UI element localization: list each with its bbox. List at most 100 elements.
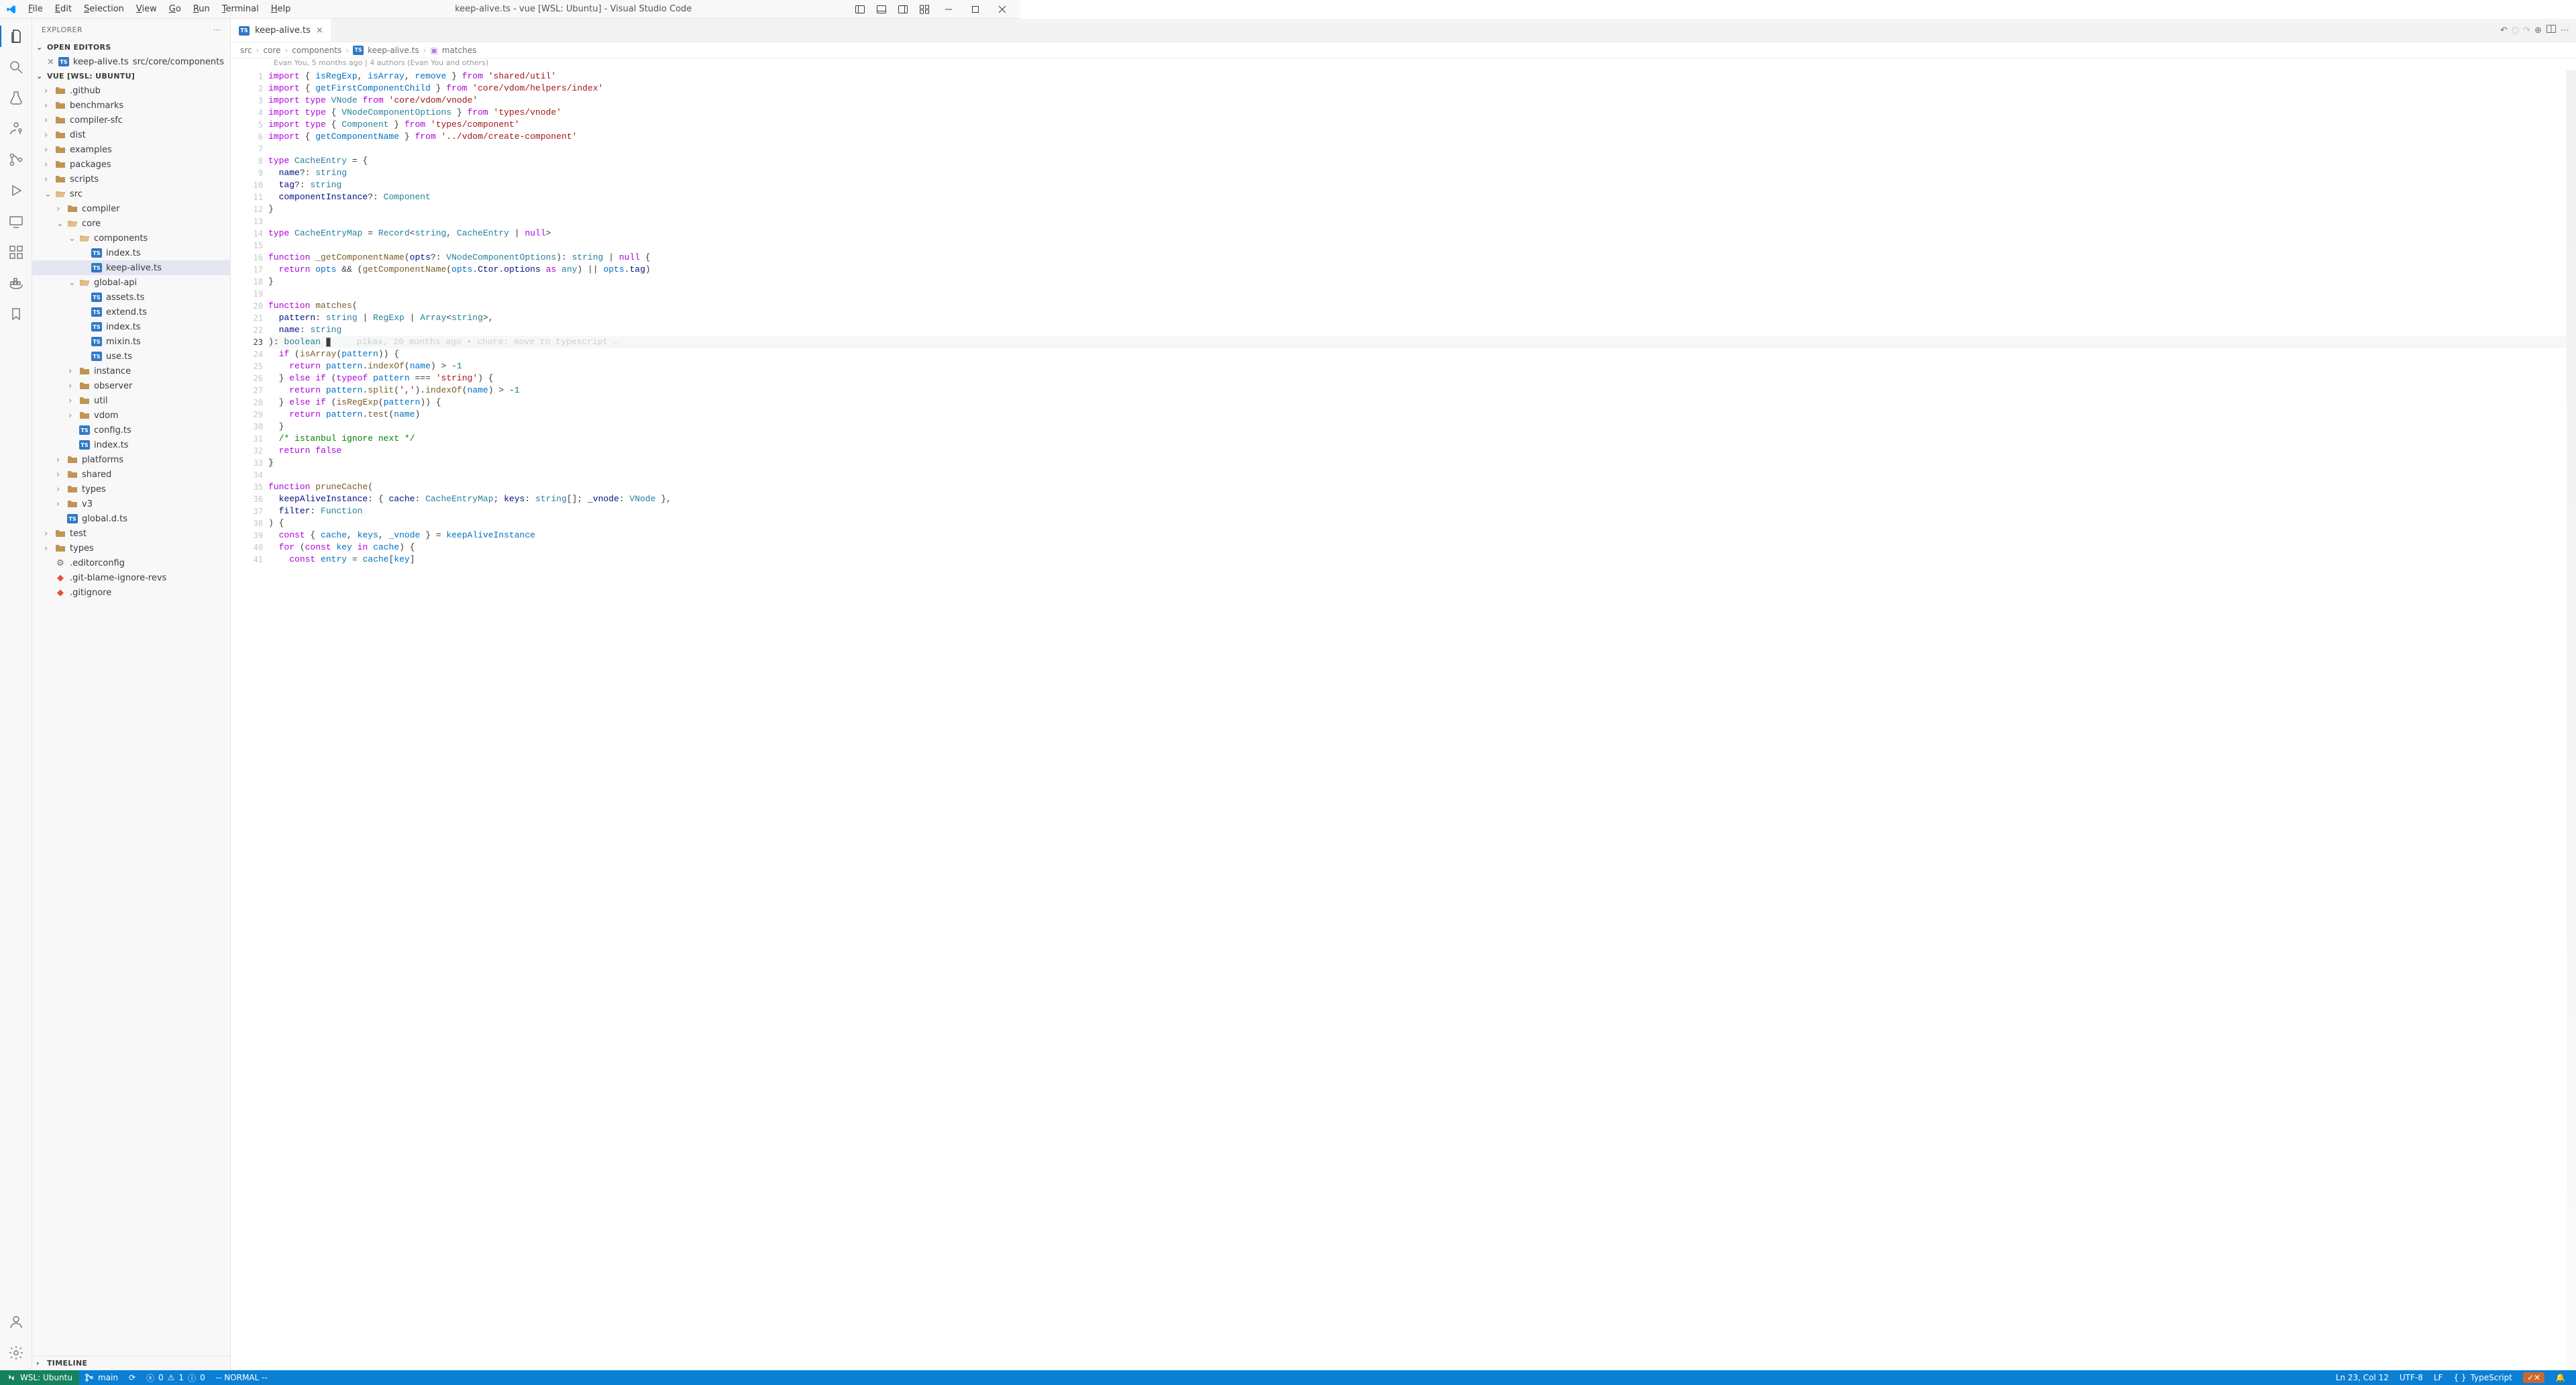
code-line[interactable]: function pruneCache( [268,481,2567,493]
code-line[interactable]: ): boolean pikax, 20 months ago • chore:… [268,336,2567,348]
notifications-icon[interactable]: 🔔 [2550,1373,2571,1382]
code-line[interactable]: } [268,203,2567,215]
folder-v3[interactable]: ›v3 [32,497,230,511]
encoding-indicator[interactable]: UTF-8 [2394,1373,2428,1382]
code-line[interactable]: } [268,276,2567,288]
code-line[interactable]: return pattern.split(',').indexOf(name) … [268,384,2567,397]
folder-observer[interactable]: ›observer [32,378,230,393]
breadcrumb-item[interactable]: src [240,46,252,55]
code-line[interactable]: } else if (typeof pattern === 'string') … [268,372,2567,384]
activity-explorer-icon[interactable] [0,23,32,50]
folder-platforms[interactable]: ›platforms [32,452,230,467]
menu-edit[interactable]: Edit [50,2,77,16]
file-config-ts[interactable]: TSconfig.ts [32,423,230,438]
breadcrumb-item[interactable]: components [292,46,341,55]
folder-core[interactable]: ⌄core [32,216,230,231]
menu-selection[interactable]: Selection [78,2,129,16]
layout-toggle-right-icon[interactable] [894,0,912,19]
activity-bookmarks-icon[interactable] [0,301,32,327]
folder-shared[interactable]: ›shared [32,467,230,482]
problems-indicator[interactable]: ⓧ0 ⚠1 ⓘ0 [141,1372,211,1384]
activity-account-icon[interactable] [0,1309,32,1335]
window-minimize-button[interactable] [936,0,961,19]
folder-scripts[interactable]: ›scripts [32,172,230,187]
code-line[interactable]: import { isRegExp, isArray, remove } fro… [268,70,2567,83]
folder--github[interactable]: ›.github [32,83,230,98]
eol-indicator[interactable]: LF [2428,1373,2449,1382]
more-icon[interactable]: ⋯ [2561,25,2569,36]
code-line[interactable]: import { getComponentName } from '../vdo… [268,131,2567,143]
activity-debug-icon[interactable] [0,177,32,204]
workspace-header[interactable]: ⌄ VUE [WSL: UBUNTU] [32,69,230,83]
tab-keep-alive[interactable]: TS keep-alive.ts × [231,19,332,42]
code-line[interactable]: } [268,421,2567,433]
activity-test-icon[interactable] [0,85,32,111]
menu-help[interactable]: Help [266,2,297,16]
code-line[interactable]: return false [268,445,2567,457]
code-line[interactable]: keepAliveInstance: { cache: CacheEntryMa… [268,493,2567,505]
code-line[interactable]: /* istanbul ignore next */ [268,433,2567,445]
timeline-header[interactable]: › TIMELINE [32,1355,230,1370]
folder-compiler[interactable]: ›compiler [32,201,230,216]
folder-types[interactable]: ›types [32,482,230,497]
code-line[interactable]: return opts && (getComponentName(opts.Ct… [268,264,2567,276]
file-keep-alive-ts[interactable]: TSkeep-alive.ts [32,260,230,275]
code-line[interactable]: const entry = cache[key] [268,554,2567,566]
activity-liveshare-icon[interactable] [0,115,32,142]
file-global-d-ts[interactable]: TSglobal.d.ts [32,511,230,526]
menu-terminal[interactable]: Terminal [217,2,264,16]
breadcrumb-item[interactable]: keep-alive.ts [368,46,419,55]
code-line[interactable]: filter: Function [268,505,2567,517]
close-icon[interactable]: × [316,25,323,36]
folder-dist[interactable]: ›dist [32,127,230,142]
file-extend-ts[interactable]: TSextend.ts [32,305,230,319]
folder-instance[interactable]: ›instance [32,364,230,378]
activity-docker-icon[interactable] [0,270,32,297]
branch-indicator[interactable]: main [79,1373,123,1382]
cursor-position[interactable]: Ln 23, Col 12 [2330,1373,2394,1382]
prettier-indicator[interactable]: ✓✕ [2518,1372,2550,1383]
layout-customize-icon[interactable] [915,0,934,19]
code-line[interactable] [268,240,2567,252]
folder-src[interactable]: ⌄src [32,187,230,201]
folder-packages[interactable]: ›packages [32,157,230,172]
folder-vdom[interactable]: ›vdom [32,408,230,423]
language-indicator[interactable]: { }TypeScript [2448,1373,2517,1382]
code-line[interactable] [268,288,2567,300]
code-line[interactable]: function _getComponentName(opts?: VNodeC… [268,252,2567,264]
breadcrumb-item[interactable]: matches [442,46,477,55]
code-line[interactable]: name?: string [268,167,2567,179]
code-line[interactable] [268,469,2567,481]
breadcrumb-item[interactable]: core [263,46,280,55]
remote-indicator[interactable]: WSL: Ubuntu [0,1370,79,1385]
file-mixin-ts[interactable]: TSmixin.ts [32,334,230,349]
folder-examples[interactable]: ›examples [32,142,230,157]
file-use-ts[interactable]: TSuse.ts [32,349,230,364]
compass-icon[interactable]: ⊕ [2534,25,2542,36]
menu-run[interactable]: Run [188,2,215,16]
code-line[interactable]: type CacheEntryMap = Record<string, Cach… [268,227,2567,240]
folder-util[interactable]: ›util [32,393,230,408]
folder-components[interactable]: ⌄components [32,231,230,246]
code-line[interactable]: return pattern.test(name) [268,409,2567,421]
activity-settings-icon[interactable] [0,1339,32,1366]
window-close-button[interactable] [990,0,1014,19]
code-editor[interactable]: 1234567891011121314151617181920212223242… [231,70,2576,1370]
close-icon[interactable]: × [47,57,54,67]
folder-types[interactable]: ›types [32,541,230,556]
layout-toggle-left-icon[interactable] [851,0,869,19]
menu-go[interactable]: Go [164,2,186,16]
code-line[interactable]: if (isArray(pattern)) { [268,348,2567,360]
code-line[interactable]: } else if (isRegExp(pattern)) { [268,397,2567,409]
nav-back-icon[interactable]: ↶ [2500,25,2508,36]
folder-benchmarks[interactable]: ›benchmarks [32,98,230,113]
code-line[interactable]: componentInstance?: Component [268,191,2567,203]
code-line[interactable]: const { cache, keys, _vnode } = keepAliv… [268,529,2567,542]
breadcrumbs[interactable]: src› core› components› TS keep-alive.ts›… [231,42,2576,58]
folder-test[interactable]: ›test [32,526,230,541]
code-line[interactable]: type CacheEntry = { [268,155,2567,167]
code-line[interactable]: function matches( [268,300,2567,312]
code-line[interactable] [268,215,2567,227]
open-editor-item[interactable]: × TS keep-alive.ts src/core/components [32,54,230,69]
file-assets-ts[interactable]: TSassets.ts [32,290,230,305]
